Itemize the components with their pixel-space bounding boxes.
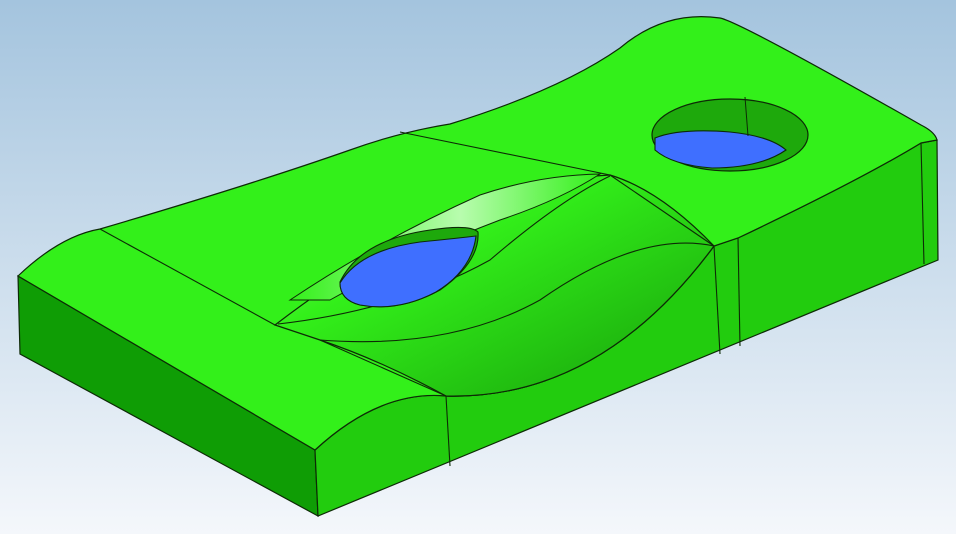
part-model[interactable] (0, 0, 956, 534)
cad-viewport[interactable] (0, 0, 956, 534)
